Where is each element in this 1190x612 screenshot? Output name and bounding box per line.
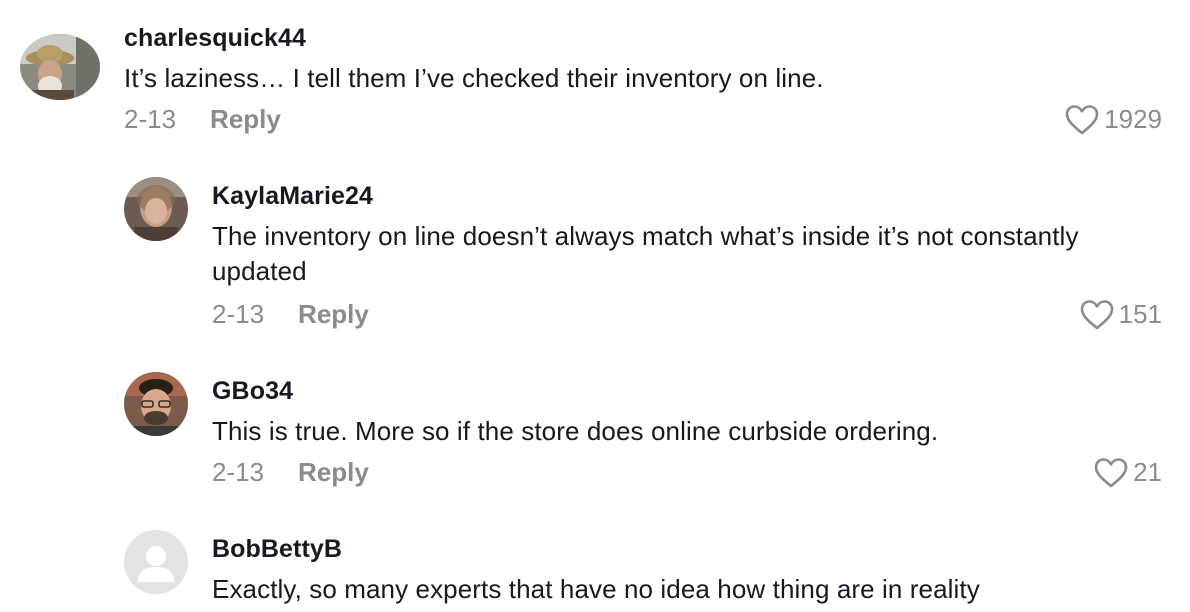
comment-date: 2-13 (212, 457, 265, 487)
avatar-placeholder[interactable] (124, 530, 188, 594)
like-count: 151 (1118, 299, 1162, 329)
comment-date: 2-13 (212, 299, 265, 329)
like-button[interactable]: 1929 (1065, 104, 1162, 135)
like-button[interactable]: 151 (1080, 299, 1162, 330)
comment-username[interactable]: charlesquick44 (124, 24, 306, 53)
like-count: 21 (1133, 457, 1162, 487)
comment-meta: 2-13 Reply (124, 104, 281, 135)
comment-username[interactable]: BobBettyB (212, 535, 342, 564)
reply-button[interactable]: Reply (210, 104, 281, 135)
comment-username[interactable]: KaylaMarie24 (212, 182, 373, 211)
avatar-photo-icon (124, 372, 188, 436)
like-count: 1929 (1104, 104, 1162, 134)
comment-username[interactable]: GBo34 (212, 377, 293, 406)
comment-text: The inventory on line doesn’t always mat… (212, 221, 1079, 286)
avatar[interactable] (124, 372, 188, 436)
comment-meta: 2-13 Reply (212, 299, 369, 330)
heart-icon (1065, 104, 1099, 134)
heart-icon (1080, 299, 1113, 329)
comment-text: Exactly, so many experts that have no id… (212, 574, 980, 604)
avatar[interactable] (124, 177, 188, 241)
comment-date: 2-13 (124, 104, 177, 134)
avatar[interactable] (20, 34, 100, 100)
default-user-icon (124, 530, 188, 594)
comment-meta: 2-13 Reply (212, 457, 369, 488)
like-button[interactable]: 21 (1094, 457, 1162, 488)
heart-icon (1094, 457, 1128, 487)
avatar-photo-icon (20, 34, 100, 100)
reply-button[interactable]: Reply (298, 457, 369, 488)
comment-text: This is true. More so if the store does … (212, 416, 939, 446)
avatar-photo-icon (124, 177, 188, 241)
reply-button[interactable]: Reply (298, 299, 369, 330)
comment-text: It’s laziness… I tell them I’ve checked … (124, 63, 824, 93)
